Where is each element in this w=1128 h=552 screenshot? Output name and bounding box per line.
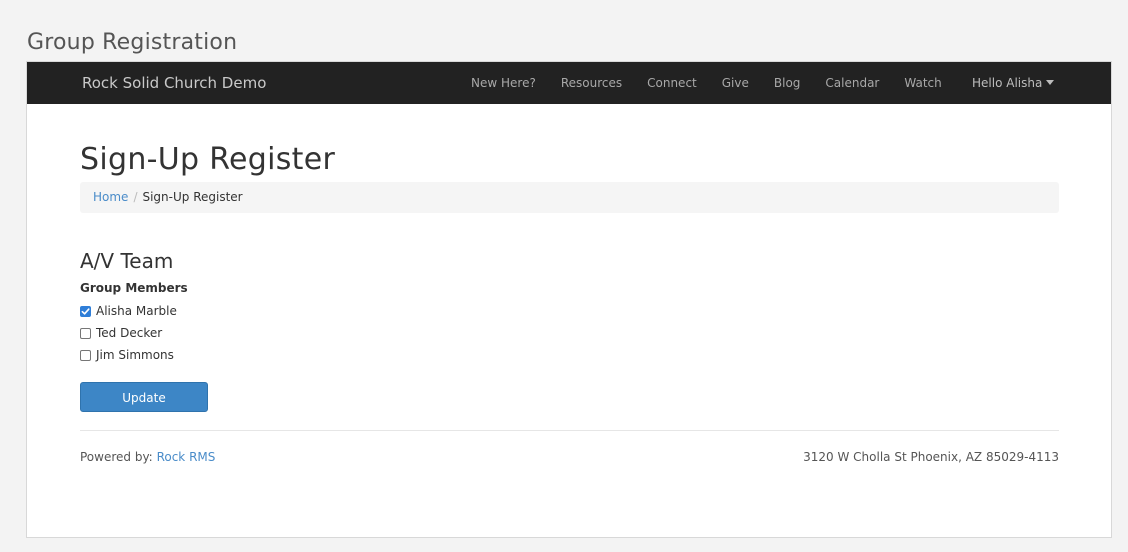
top-navbar: Rock Solid Church Demo New Here? Resourc… — [27, 62, 1111, 104]
breadcrumb-current: Sign-Up Register — [142, 190, 243, 204]
breadcrumb-home-link[interactable]: Home — [93, 190, 128, 204]
breadcrumb: Home / Sign-Up Register — [80, 182, 1059, 213]
nav-link-calendar[interactable]: Calendar — [825, 76, 879, 90]
user-menu-label: Hello Alisha — [972, 76, 1043, 90]
member-checkbox[interactable] — [80, 349, 91, 361]
footer-divider — [80, 430, 1059, 431]
member-checkbox-row[interactable]: Alisha Marble — [80, 303, 177, 319]
member-checkbox[interactable] — [80, 327, 91, 339]
member-checkbox-checked[interactable] — [80, 305, 91, 317]
nav-link-blog[interactable]: Blog — [774, 76, 801, 90]
caret-down-icon — [1046, 80, 1055, 85]
powered-by-label: Powered by: — [80, 450, 153, 464]
page-title: Sign-Up Register — [80, 142, 336, 177]
member-name: Alisha Marble — [96, 304, 177, 318]
group-members-label: Group Members — [80, 281, 188, 295]
member-checkbox-row[interactable]: Jim Simmons — [80, 347, 174, 363]
update-registration-button[interactable]: Update Registration — [80, 382, 208, 433]
nav-link-connect[interactable]: Connect — [647, 76, 697, 90]
powered-by: Powered by: Rock RMS — [80, 450, 215, 464]
nav-link-resources[interactable]: Resources — [561, 76, 622, 90]
screenshot-caption: Group Registration — [27, 30, 238, 55]
breadcrumb-separator: / — [133, 190, 138, 204]
rock-rms-link[interactable]: Rock RMS — [157, 450, 216, 464]
user-menu-toggle[interactable]: Hello Alisha — [972, 62, 1055, 104]
church-address: 3120 W Cholla St Phoenix, AZ 85029-4113 — [803, 450, 1059, 464]
nav-link-new-here[interactable]: New Here? — [471, 76, 536, 90]
member-name: Jim Simmons — [96, 348, 174, 362]
member-name: Ted Decker — [96, 326, 163, 340]
browser-frame: Rock Solid Church Demo New Here? Resourc… — [26, 61, 1112, 538]
group-title: A/V Team — [80, 249, 174, 273]
check-icon — [81, 307, 90, 315]
nav-link-give[interactable]: Give — [722, 76, 749, 90]
nav-links: New Here? Resources Connect Give Blog Ca… — [471, 62, 967, 104]
member-checkbox-row[interactable]: Ted Decker — [80, 325, 162, 341]
nav-link-watch[interactable]: Watch — [904, 76, 941, 90]
site-brand-link[interactable]: Rock Solid Church Demo — [82, 62, 266, 104]
